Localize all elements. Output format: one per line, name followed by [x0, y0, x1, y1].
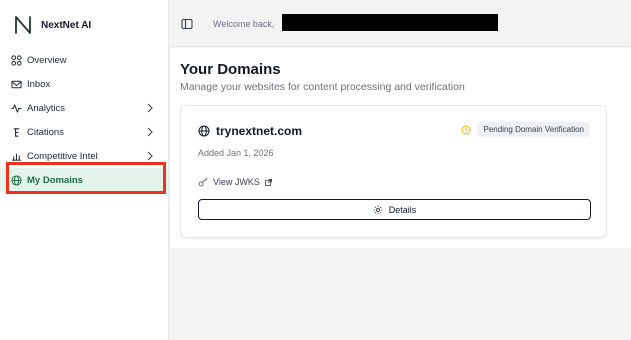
- chevron-right-icon: [147, 103, 153, 113]
- brand[interactable]: NextNet AI: [14, 14, 91, 36]
- sidebar-item-label: Competitive Intel: [27, 150, 98, 162]
- sidebar-item-overview[interactable]: Overview: [0, 48, 168, 72]
- redacted-username: [282, 14, 498, 31]
- inbox-icon: [10, 78, 22, 90]
- competitive-intel-icon: [10, 150, 22, 162]
- sidebar-item-label: Analytics: [27, 102, 66, 114]
- added-date: Added Jan 1, 2026: [198, 148, 274, 158]
- nextnet-logo-icon: [15, 16, 31, 34]
- sidebar-item-inbox[interactable]: Inbox: [0, 72, 168, 96]
- chevron-right-icon: [147, 127, 153, 137]
- external-link-icon: [264, 178, 272, 186]
- sidebar-nav: Overview Inbox Analytics Citations Compe…: [0, 48, 168, 192]
- chevron-right-icon: [147, 151, 153, 161]
- domain-card: trynextnet.com Pending Domain Verificati…: [180, 105, 607, 238]
- sidebar-item-citations[interactable]: Citations: [0, 120, 168, 144]
- sidebar-item-label: Citations: [27, 126, 64, 138]
- brand-name: NextNet AI: [41, 19, 92, 31]
- view-jwks-label: View JWKS: [213, 177, 260, 187]
- details-button[interactable]: Details: [198, 199, 591, 220]
- gear-icon: [373, 205, 382, 214]
- domain-header: trynextnet.com: [198, 124, 302, 138]
- sidebar-item-analytics[interactable]: Analytics: [0, 96, 168, 120]
- page-title: Your Domains: [180, 61, 281, 78]
- status-badge: Pending Domain Verification: [477, 122, 590, 137]
- citations-icon: [10, 126, 22, 138]
- sidebar: NextNet AI Overview Inbox Analytics Cita…: [0, 0, 169, 340]
- sidebar-item-label: My Domains: [27, 174, 83, 186]
- clock-icon: [461, 125, 471, 134]
- analytics-icon: [10, 102, 22, 114]
- sidebar-item-label: Inbox: [27, 78, 51, 90]
- domain-name: trynextnet.com: [216, 124, 303, 138]
- details-label: Details: [388, 204, 417, 215]
- sidebar-toggle-icon[interactable]: [181, 18, 193, 30]
- sidebar-item-my-domains[interactable]: My Domains: [0, 168, 168, 192]
- view-jwks-link[interactable]: View JWKS: [198, 177, 272, 187]
- status: Pending Domain Verification: [461, 122, 590, 137]
- welcome-text: Welcome back,: [213, 19, 275, 29]
- globe-icon: [198, 125, 210, 137]
- sidebar-item-competitive-intel[interactable]: Competitive Intel: [0, 144, 168, 168]
- globe-icon: [10, 174, 22, 186]
- sidebar-item-label: Overview: [27, 54, 67, 66]
- key-icon: [198, 177, 208, 187]
- page-subtitle: Manage your websites for content process…: [180, 81, 465, 93]
- overview-icon: [10, 54, 22, 66]
